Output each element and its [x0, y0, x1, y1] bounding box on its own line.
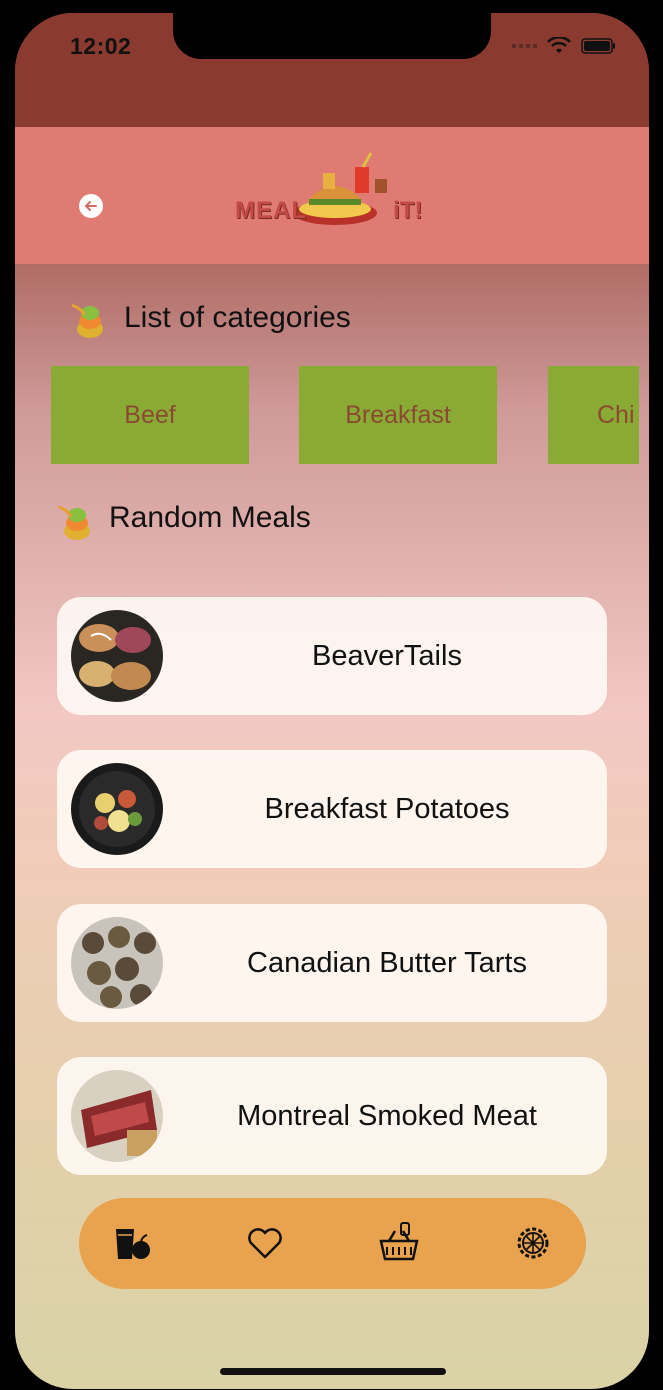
meal-name: BeaverTails	[312, 639, 462, 672]
meal-name: Montreal Smoked Meat	[237, 1099, 537, 1132]
meal-card[interactable]: BeaverTails	[57, 597, 607, 715]
tab-settings[interactable]	[510, 1220, 556, 1266]
tab-drinks[interactable]	[109, 1220, 155, 1266]
status-icons	[512, 37, 617, 55]
notch	[173, 13, 491, 59]
back-button[interactable]	[79, 194, 103, 218]
drinks-icon	[116, 1229, 150, 1259]
heart-icon	[248, 1228, 282, 1259]
fruit-icon	[71, 303, 103, 338]
meal-thumbnail	[71, 763, 163, 855]
tab-basket[interactable]	[376, 1220, 422, 1266]
meal-card[interactable]: Canadian Butter Tarts	[57, 904, 607, 1022]
meal-thumbnail	[71, 610, 163, 702]
wifi-icon	[547, 37, 571, 53]
meal-name: Canadian Butter Tarts	[247, 946, 527, 979]
meal-thumbnail	[71, 1070, 163, 1162]
random-meals-title: Random Meals	[109, 501, 311, 534]
logo-text-right: iT!	[393, 197, 423, 224]
meal-thumbnail	[71, 917, 163, 1009]
basket-icon	[379, 1222, 419, 1261]
meal-card[interactable]: Montreal Smoked Meat	[57, 1057, 607, 1175]
home-indicator[interactable]	[220, 1368, 446, 1375]
categories-title: List of categories	[124, 301, 351, 334]
category-chicken[interactable]: Chi	[548, 366, 639, 464]
settings-icon	[517, 1227, 549, 1259]
tab-favorites[interactable]	[242, 1220, 288, 1266]
app-header: MEAL iT!	[15, 127, 649, 264]
cellular-signal-icon	[512, 44, 537, 48]
app-logo: MEAL iT!	[235, 149, 435, 239]
fruit-icon	[58, 505, 90, 540]
phone-screen: 12:02 MEAL iT! List of categories Beef B…	[15, 13, 649, 1389]
meal-name: Breakfast Potatoes	[264, 792, 510, 825]
meal-card[interactable]: Breakfast Potatoes	[57, 750, 607, 868]
category-beef[interactable]: Beef	[51, 366, 249, 464]
arrow-left-icon	[84, 201, 97, 211]
category-breakfast[interactable]: Breakfast	[299, 366, 497, 464]
tab-bar	[79, 1198, 586, 1289]
fast-food-icon	[293, 152, 387, 225]
logo-text-left: MEAL	[235, 197, 307, 224]
status-bar: 12:02	[15, 13, 649, 127]
battery-icon	[581, 38, 615, 54]
status-time: 12:02	[70, 33, 132, 59]
